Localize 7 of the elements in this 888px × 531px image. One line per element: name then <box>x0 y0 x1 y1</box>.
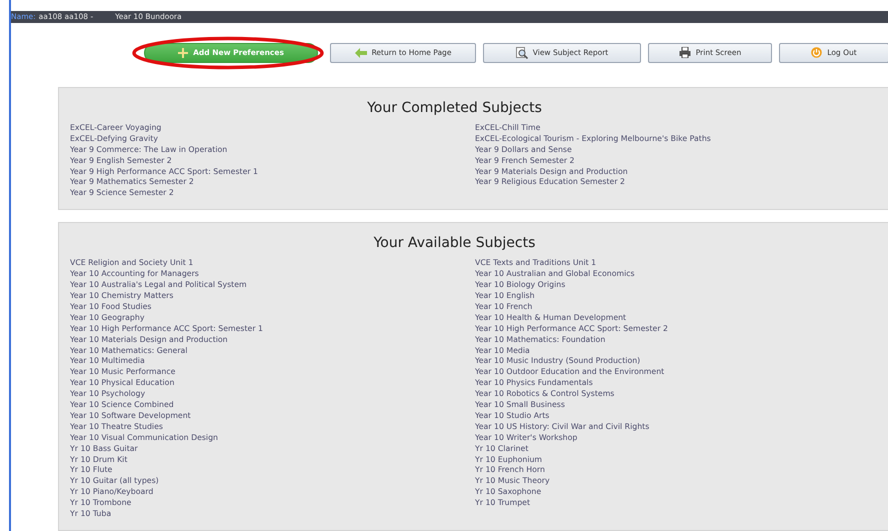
printer-icon <box>678 47 691 58</box>
panel-title: Your Available Subjects <box>372 235 536 252</box>
magnifier-icon <box>516 46 528 59</box>
power-icon <box>811 47 822 58</box>
left-arrow-icon <box>354 48 367 58</box>
plus-icon <box>178 48 188 58</box>
panel-title: Your Completed Subjects <box>366 100 543 116</box>
